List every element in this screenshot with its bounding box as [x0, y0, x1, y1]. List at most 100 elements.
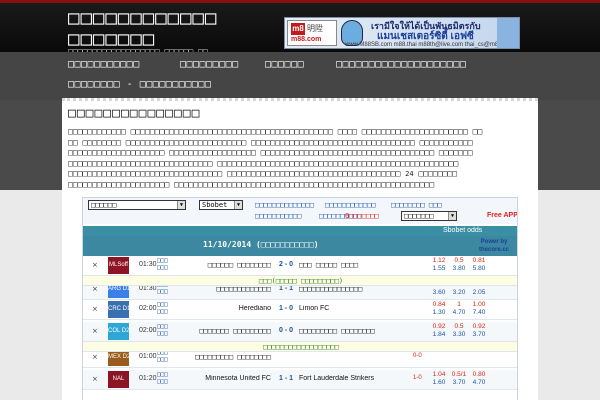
- odds-value: 1.84: [432, 331, 446, 338]
- league-badge[interactable]: COL D2off: [108, 323, 129, 340]
- free-app-link[interactable]: Free APP: [487, 212, 517, 219]
- home-team[interactable]: □□□□□□□ □□□□□□□□□: [179, 327, 271, 335]
- powered-by[interactable]: Power by thecore.cc: [479, 238, 509, 254]
- away-team[interactable]: □□□□□□□□□ □□□□□□□□: [299, 327, 409, 335]
- odds-value: 3.70: [452, 379, 466, 386]
- nav-item-3[interactable]: □□□□□□: [265, 59, 304, 70]
- chevron-down-icon: ▼: [448, 212, 456, 220]
- chevron-down-icon: ▼: [234, 201, 242, 209]
- odds-value: 1.04: [432, 371, 446, 378]
- site-title-line1[interactable]: □□□□□□□□□□□□: [68, 8, 274, 29]
- away-team[interactable]: □□□□□□□□□□□□□□□: [299, 285, 409, 293]
- league-select[interactable]: □□□□□□ ▼: [88, 200, 186, 210]
- match-time: 01:20: [139, 375, 157, 382]
- odds-value: 5.80: [472, 265, 486, 272]
- league-badge[interactable]: NAL: [108, 371, 129, 388]
- odds-col-2[interactable]: 0.5/1 3.70: [449, 371, 469, 387]
- widget-link-3[interactable]: □□□□□□□□ □□□: [391, 201, 442, 209]
- language-select[interactable]: □□□□□□□ ▼: [401, 211, 457, 221]
- widget-link-6[interactable]: 0□□□□□□□: [345, 212, 379, 220]
- odds-header-row: Sbobet odds: [83, 226, 517, 236]
- match-score[interactable]: 0 - 0: [275, 327, 297, 334]
- odds-value: 3.20: [452, 289, 466, 296]
- match-row[interactable]: × CRC D1(a) 02:00□□□□□□ Herediano 1 - 0Limon…: [83, 300, 517, 320]
- nav-item-5[interactable]: □□□□□□□□ - □□□□□□□□□□□: [68, 79, 211, 90]
- odds-value: 2.05: [472, 289, 486, 296]
- close-icon[interactable]: ×: [92, 327, 98, 335]
- match-row[interactable]: × COL D2off 02:00□□□□□□ □□□□□□□ □□□□□□□□□ 0 …: [83, 322, 517, 342]
- m88-logo: m8 明陞 m88.com: [287, 20, 337, 46]
- match-score[interactable]: 1 - 1: [275, 285, 297, 292]
- home-team[interactable]: □□□□□□□□□□□□□: [179, 285, 271, 293]
- match-row[interactable]: × NAL 01:20 □□□ □□□ Minnesota United FC 1 - 1F…: [83, 370, 517, 390]
- home-team[interactable]: Minnesota United FC: [179, 375, 271, 382]
- match-score[interactable]: 1 - 0: [275, 305, 297, 312]
- odds-col-1[interactable]: 1.12 1.55: [429, 257, 449, 273]
- odds-value: 3.60: [432, 289, 446, 296]
- close-icon[interactable]: ×: [92, 353, 98, 361]
- nav-item-1[interactable]: □□□□□□□□□□□: [68, 59, 140, 70]
- odds-col-1[interactable]: 0.84 1.30: [429, 301, 449, 317]
- match-time: 01:30: [139, 261, 157, 268]
- match-score[interactable]: 2 - 0: [275, 261, 297, 268]
- nav-item-4[interactable]: □□□□□□□□□□□□□□□□□□□□: [336, 59, 466, 70]
- home-team[interactable]: □□□□□□□□□ □□□□□□□□: [179, 353, 271, 361]
- odds-value: 0.5: [454, 323, 464, 330]
- widget-toolbar: □□□□□□ ▼ Sbobet ▼ □□□□□□□□□□□□□□ □□□□□□□…: [83, 198, 517, 224]
- odds-value: 3.30: [452, 331, 466, 338]
- odds-value: 0.92: [432, 323, 446, 330]
- match-time: 02:00: [139, 327, 157, 334]
- odds-col-3[interactable]: 1.00 7.40: [469, 301, 489, 317]
- logo-cn-text: 明陞: [307, 24, 323, 33]
- post-body: □□□□□□□□□□□□ □□□□□□□□□□□□□□□□□□□□□□□□□□□…: [68, 127, 530, 190]
- post-title[interactable]: □□□□□□□□□□□□□□□: [68, 106, 200, 121]
- odds-col-2[interactable]: 1 4.70: [449, 301, 469, 317]
- away-team[interactable]: Fort Lauderdale Strikers: [299, 375, 409, 382]
- widget-link-4[interactable]: □□□□□□□□□□□: [255, 212, 301, 220]
- ad-banner[interactable]: m8 明陞 m88.com เรามีใจให้ได้เป็นพันธมิตรก…: [284, 17, 520, 49]
- odds-value: 4.70: [472, 379, 486, 386]
- odds-col-2[interactable]: 0.5 3.80: [449, 257, 469, 273]
- league-badge[interactable]: MLSoff: [108, 257, 129, 274]
- match-time: 02:00: [139, 305, 157, 312]
- odds-value: 0.84: [432, 301, 446, 308]
- odds-col-3[interactable]: 0.80 4.70: [469, 371, 489, 387]
- widget-link-2[interactable]: □□□□□□□□□□□□: [325, 201, 376, 209]
- match-score[interactable]: 1 - 1: [275, 375, 297, 382]
- site-header: □□□□□□□□□□□□ □□□□□□□ □□□□□□□□□□□□□□□□□□□…: [0, 0, 600, 56]
- odds-value: 3.80: [452, 265, 466, 272]
- close-icon[interactable]: ×: [92, 285, 98, 293]
- match-info-icons[interactable]: □□□□□□: [157, 371, 168, 385]
- odds-col-3[interactable]: 0.81 5.80: [469, 257, 489, 273]
- away-team[interactable]: □□□ □□□□□ □□□□: [299, 261, 409, 269]
- match-row[interactable]: × MLSoff 01:30 □□□ □□□ □□□□□□ □□□□□□□□ 2 - 0 □□…: [83, 256, 517, 276]
- match-info-icons[interactable]: □□□□□□: [157, 301, 168, 315]
- match-info-icons[interactable]: □□□□□□: [157, 323, 168, 337]
- odds-col-1[interactable]: 0.92 1.84: [429, 323, 449, 339]
- match-info-icons[interactable]: □□□□□□: [157, 257, 168, 271]
- odds-col-1[interactable]: 1.04 1.60: [429, 371, 449, 387]
- home-team[interactable]: □□□□□□ □□□□□□□□: [179, 261, 271, 269]
- close-icon[interactable]: ×: [92, 305, 98, 313]
- close-icon[interactable]: ×: [92, 261, 98, 269]
- match-date: 11/10/2014 (□□□□□□□□□□□): [203, 240, 319, 249]
- odds-col-3[interactable]: 0.92 3.70: [469, 323, 489, 339]
- site-title[interactable]: □□□□□□□□□□□□ □□□□□□□: [68, 8, 274, 50]
- powered-by-site: thecore.cc: [479, 247, 510, 253]
- odds-value: 0.5: [454, 257, 464, 264]
- away-team[interactable]: Limon FC: [299, 305, 409, 312]
- post-line-5-num: 24: [405, 170, 414, 178]
- home-team[interactable]: Herediano: [179, 305, 271, 312]
- logo-domain: m88.com: [291, 36, 322, 43]
- page-background-left: [0, 100, 62, 400]
- widget-link-1[interactable]: □□□□□□□□□□□□□□: [255, 201, 314, 209]
- nav-item-2[interactable]: □□□□□□□□□: [180, 59, 239, 70]
- bookmaker-select[interactable]: Sbobet ▼: [199, 200, 243, 210]
- close-icon[interactable]: ×: [92, 375, 98, 383]
- post-line-3: □□□□□□□□□□□□□□□□□□□□ □□□□□□□□□□□□□□□□□□ …: [68, 148, 473, 157]
- odds-col-2[interactable]: 0.5 3.30: [449, 323, 469, 339]
- league-badge[interactable]: CRC D1(a): [108, 301, 129, 318]
- odds-value: 1.60: [432, 379, 446, 386]
- group-row: □□□□□□□□□□□□□□□□□□: [83, 342, 517, 352]
- odds-value: 0.5/1: [451, 371, 467, 378]
